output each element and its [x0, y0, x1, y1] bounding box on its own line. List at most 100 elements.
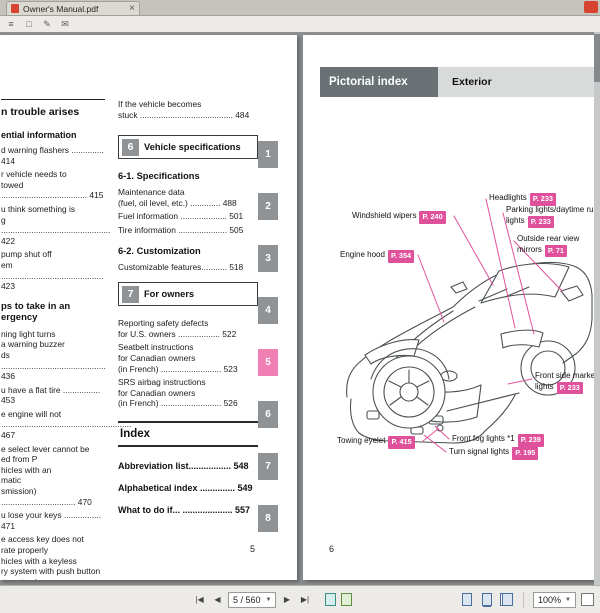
chapter-tab-6[interactable]: 6 [258, 401, 278, 428]
page-number-input[interactable]: 5 / 560 ▼ [228, 591, 277, 608]
tab-close-icon[interactable]: × [129, 3, 135, 14]
toc-entry[interactable]: Reporting safety defects for U.S. owners… [118, 318, 258, 339]
chapter-7-header[interactable]: 7 For owners [118, 282, 258, 307]
callout-label: Windshield wipers [352, 211, 417, 220]
callout-label: mirrors [517, 244, 542, 254]
annotate-icon[interactable]: ✎ [40, 18, 54, 31]
toc-entry[interactable]: Fuel information .................... 50… [118, 211, 258, 222]
callout-label: Towing eyelet [337, 436, 386, 445]
chapter-tab-4[interactable]: 4 [258, 297, 278, 324]
callout-headlights: Headlights P. 233 [489, 193, 556, 206]
thumbnails-icon[interactable]: □ [22, 18, 36, 31]
previous-page-button[interactable]: ◀ [210, 592, 225, 608]
vertical-scrollbar[interactable] [594, 32, 600, 585]
two-page-view-icon[interactable] [499, 591, 514, 608]
toc-entry[interactable]: Tire information ..................... 5… [118, 225, 258, 236]
toc-entry[interactable]: u lose your keys ................ 471 [1, 510, 109, 531]
page-6: Pictorial index Exterior Windshield wipe… [303, 35, 594, 580]
page-number: 5 [249, 544, 255, 554]
view-controls: 100% ▼ [459, 591, 594, 608]
last-page-button[interactable]: ▶| [297, 592, 312, 608]
chapter-tab-2[interactable]: 2 [258, 193, 278, 220]
car-exterior-illustration [346, 198, 593, 453]
zoom-value: 100% [538, 594, 562, 605]
page-ref-badge[interactable]: P. 195 [512, 447, 539, 460]
continuous-view-icon[interactable] [479, 591, 494, 608]
toc-entry[interactable]: ning light turns a warning buzzer ds ...… [1, 329, 109, 382]
chapter-tab-3[interactable]: 3 [258, 245, 278, 272]
chapter-tab-8[interactable]: 8 [258, 505, 278, 532]
chapter-6-header[interactable]: 6 Vehicle specifications [118, 135, 258, 160]
toc-entry[interactable]: SRS airbag instructions for Canadian own… [118, 377, 258, 409]
toc-group-title: ps to take in an ergency [1, 300, 71, 323]
first-page-button[interactable]: |◀ [192, 592, 207, 608]
pictorial-index-title: Pictorial index [320, 67, 438, 97]
page-ref-badge[interactable]: P. 233 [529, 193, 556, 206]
page-5: n trouble arises ential information d wa… [0, 35, 297, 580]
callout-label: Front fog lights *1 [452, 434, 515, 443]
toc-entry[interactable]: Customizable features........... 518 [118, 262, 258, 273]
menu-icon[interactable]: ≡ [4, 18, 18, 31]
page-navigation: |◀ ◀ 5 / 560 ▼ ▶ ▶| [192, 591, 353, 608]
page-ref-badge[interactable]: P. 240 [419, 211, 446, 224]
callout-label: Outside rear view [517, 234, 580, 243]
callout-label: Turn signal lights [449, 447, 510, 456]
clipboard-tool-icon[interactable] [341, 593, 353, 606]
toc-left-column: n trouble arises ential information d wa… [1, 99, 131, 580]
brand-icon [584, 1, 598, 13]
callout-windshield-wipers: Windshield wipers P. 240 [352, 211, 446, 224]
toc-group-title: ential information [1, 130, 77, 140]
callout-parking-lights: Parking lights/daytime running lightsP. … [506, 205, 594, 228]
chevron-down-icon[interactable]: ▼ [266, 597, 272, 603]
toc-entry[interactable]: If the vehicle becomes stuck ...........… [118, 99, 258, 120]
chapter-tab-1[interactable]: 1 [258, 141, 278, 168]
toc-entry[interactable]: e access key does not rate properly hicl… [1, 534, 109, 580]
section-rule [1, 99, 105, 100]
callout-label: Front side marker [535, 371, 594, 380]
page-ref-badge[interactable]: P. 239 [517, 434, 544, 447]
page-ref-badge[interactable]: P. 233 [556, 381, 583, 394]
toc-entry[interactable]: d warning flashers .............. 414 [1, 145, 109, 166]
chapter-number-badge: 6 [122, 138, 139, 156]
toc-entry[interactable]: pump shut off em .......................… [1, 249, 109, 291]
chapter-number-badge: 7 [122, 285, 139, 303]
snapshot-tool-icon[interactable] [325, 593, 337, 606]
document-tab[interactable]: Owner's Manual.pdf × [6, 1, 140, 15]
divider [523, 591, 525, 608]
callout-front-fog-lights: Front fog lights *1 P. 239 [452, 434, 544, 447]
document-viewport[interactable]: n trouble arises ential information d wa… [0, 32, 600, 585]
page-ref-badge[interactable]: P. 415 [388, 436, 415, 449]
callout-label: lights [506, 215, 525, 225]
callout-towing-eyelet: Towing eyelet P. 415 [337, 436, 415, 449]
chevron-down-icon[interactable]: ▼ [565, 597, 571, 603]
pdf-file-icon [11, 4, 19, 13]
zoom-select[interactable]: 100% ▼ [533, 591, 576, 608]
mail-icon[interactable]: ✉ [58, 18, 72, 31]
chapter-tab-5-active[interactable]: 5 [258, 349, 278, 376]
toc-entry[interactable]: What to do if... .................... 55… [118, 505, 258, 515]
callout-outside-mirrors: Outside rear view mirrors P. 71 [517, 234, 579, 257]
toc-entry[interactable]: e engine will not ......................… [1, 409, 131, 441]
toc-entry[interactable]: Seatbelt instructions for Canadian owner… [118, 342, 258, 374]
toc-entry[interactable]: e select lever cannot be ed from P hicle… [1, 444, 109, 508]
pdf-viewer-window: Owner's Manual.pdf × ≡ □ ✎ ✉ n trouble a… [0, 0, 600, 613]
page-ref-badge[interactable]: P. 354 [387, 250, 415, 263]
toc-section-title: n trouble arises [1, 106, 80, 118]
chapter-tab-7[interactable]: 7 [258, 453, 278, 480]
next-page-button[interactable]: ▶ [279, 592, 294, 608]
callout-label: Parking lights/daytime running [506, 205, 594, 214]
scrollbar-thumb[interactable] [594, 34, 600, 82]
toc-entry[interactable]: Maintenance data (fuel, oil level, etc.)… [118, 187, 258, 208]
toc-entry[interactable]: u think something is g .................… [1, 204, 110, 246]
single-page-view-icon[interactable] [459, 591, 474, 608]
toc-entry[interactable]: r vehicle needs to towed ...............… [1, 169, 109, 201]
chapter-title: Vehicle specifications [144, 142, 241, 153]
page-ref-badge[interactable]: P. 233 [527, 215, 554, 228]
fullscreen-icon[interactable] [581, 593, 594, 606]
toc-entry[interactable]: u have a flat tire ................ 453 [1, 385, 109, 406]
pictorial-index-header: Pictorial index Exterior [320, 67, 594, 97]
exterior-tab[interactable]: Exterior [438, 67, 594, 97]
page-ref-badge[interactable]: P. 71 [544, 244, 567, 257]
toc-entry[interactable]: Abbreviation list................. 548 [118, 461, 258, 471]
toc-entry[interactable]: Alphabetical index .............. 549 [118, 483, 258, 493]
